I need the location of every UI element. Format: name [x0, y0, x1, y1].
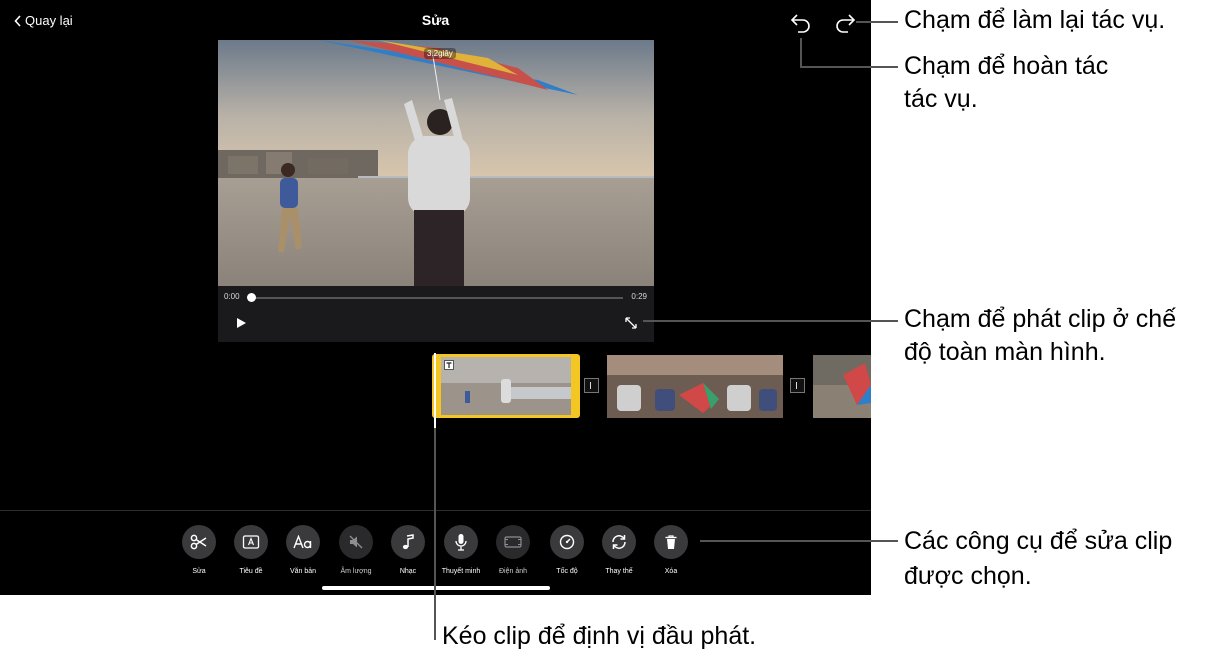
- tool-speed-button[interactable]: Tốc độ: [541, 525, 593, 580]
- fullscreen-callout-line1: Chạm để phát clip ở chế: [904, 305, 1177, 333]
- clip-thumbnail: [607, 355, 783, 418]
- replace-icon: [612, 535, 626, 549]
- time-start: 0:00: [224, 292, 240, 301]
- undo-button[interactable]: [789, 11, 813, 33]
- tool-text-button[interactable]: Văn bản: [277, 525, 329, 580]
- clip-thumbnail: [441, 357, 571, 415]
- tool-label: Tiêu đề: [239, 568, 263, 575]
- fullscreen-button[interactable]: [623, 315, 639, 331]
- music-note-icon: [402, 534, 414, 550]
- text-aa-icon: [293, 535, 312, 549]
- play-icon: [237, 318, 246, 328]
- undo-callout-line1: Chạm để hoàn tác: [904, 52, 1109, 80]
- redo-icon: [836, 14, 856, 33]
- fullscreen-callout-line2: độ toàn màn hình.: [904, 338, 1106, 366]
- redo-button[interactable]: [833, 11, 857, 33]
- tools-callout-line2: được chọn.: [904, 562, 1032, 590]
- tool-cinematic-button[interactable]: Điện ảnh: [487, 525, 539, 580]
- page-title: Sửa: [421, 12, 450, 28]
- tools-callout-line1: Các công cụ để sửa clip: [904, 527, 1173, 555]
- tool-label: Nhạc: [399, 568, 417, 575]
- scrubber-track[interactable]: [251, 297, 623, 299]
- tool-label: Xóa: [664, 568, 678, 575]
- video-preview[interactable]: 3.2giây: [218, 40, 654, 286]
- trash-icon: [665, 535, 677, 549]
- tools-callout-line: [700, 540, 898, 542]
- time-end: 0:29: [631, 292, 647, 301]
- tool-volume-button[interactable]: Âm lượng: [330, 525, 382, 580]
- scrubber-knob[interactable]: [247, 293, 256, 302]
- microphone-icon: [455, 534, 467, 551]
- tool-label: Tốc độ: [556, 568, 578, 575]
- timeline-clip[interactable]: [813, 355, 871, 418]
- cinematic-icon: [504, 536, 522, 548]
- transition-button[interactable]: [790, 378, 805, 393]
- title-marker-icon: [444, 360, 454, 370]
- clip-thumbnail: [813, 355, 871, 418]
- duration-badge: 3.2giây: [424, 48, 456, 59]
- playhead-callout-line: [434, 428, 436, 640]
- video-viewer: 3.2giây 0:00 0:29: [218, 40, 654, 342]
- undo-icon: [790, 14, 810, 33]
- scissors-icon: [190, 534, 207, 550]
- playhead[interactable]: [434, 353, 436, 428]
- tool-label: Sửa: [192, 568, 206, 575]
- undo-callout-line-horizontal: [800, 66, 898, 68]
- selected-clip[interactable]: [432, 354, 580, 418]
- timeline-clip[interactable]: [607, 355, 783, 418]
- fullscreen-callout-line: [643, 320, 898, 322]
- tool-music-button[interactable]: Nhạc: [382, 525, 434, 580]
- volume-muted-icon: [349, 535, 363, 549]
- playhead-callout: Kéo clip để định vị đầu phát.: [442, 622, 757, 650]
- tool-edit-button[interactable]: Sửa: [173, 525, 225, 580]
- undo-callout-line-vertical: [800, 38, 802, 67]
- tool-label: Thuyết minh: [441, 568, 481, 575]
- tool-label: Âm lượng: [340, 568, 372, 575]
- tool-label: Thay thế: [605, 568, 633, 575]
- title-icon: [242, 535, 260, 549]
- speed-gauge-icon: [559, 534, 575, 550]
- beach-kite-scene: [218, 40, 654, 286]
- redo-callout: Chạm để làm lại tác vụ.: [904, 6, 1166, 34]
- transition-button[interactable]: [584, 378, 599, 393]
- tool-label: Văn bản: [289, 568, 317, 575]
- play-button[interactable]: [234, 316, 248, 330]
- tool-voiceover-button[interactable]: Thuyết minh: [435, 525, 487, 580]
- tool-label: Điện ảnh: [498, 568, 528, 575]
- undo-callout-line2: tác vụ.: [904, 85, 978, 113]
- home-indicator: [322, 586, 550, 590]
- tool-title-button[interactable]: Tiêu đề: [225, 525, 277, 580]
- tool-delete-button[interactable]: Xóa: [645, 525, 697, 580]
- expand-icon: [625, 317, 637, 329]
- redo-callout-line: [856, 21, 898, 23]
- tool-replace-button[interactable]: Thay thế: [593, 525, 645, 580]
